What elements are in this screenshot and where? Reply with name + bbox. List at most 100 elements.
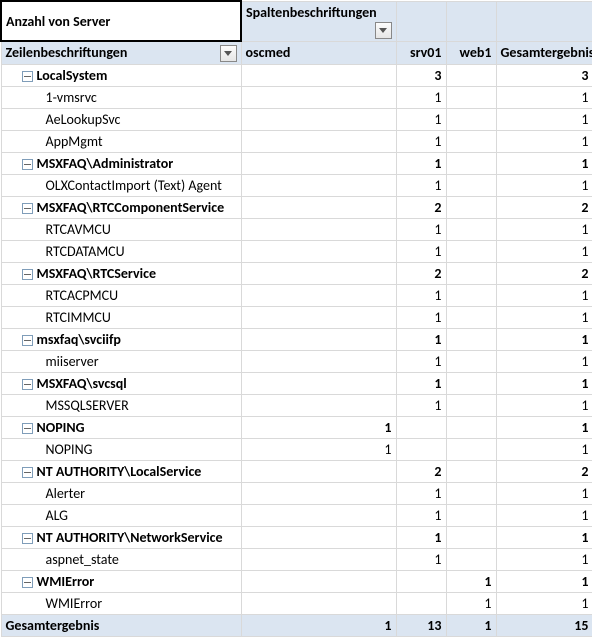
row-label[interactable]: msxfaq\svciifp (1, 329, 241, 351)
pivot-cell[interactable] (446, 307, 496, 329)
pivot-cell[interactable] (241, 351, 396, 373)
pivot-row[interactable]: AeLookupSvc11 (1, 109, 592, 131)
pivot-cell[interactable] (446, 87, 496, 109)
pivot-cell[interactable]: 1 (496, 417, 592, 439)
row-label[interactable]: MSXFAQ\RTCComponentService (1, 197, 241, 219)
pivot-cell[interactable]: 1 (396, 395, 446, 417)
pivot-row[interactable]: msxfaq\svciifp 1 1 (1, 329, 592, 351)
pivot-cell[interactable]: 1 (496, 87, 592, 109)
row-label[interactable]: RTCACPMCU (1, 285, 241, 307)
pivot-cell[interactable] (446, 109, 496, 131)
row-label[interactable]: Alerter (1, 483, 241, 505)
pivot-cell[interactable]: 1 (396, 241, 446, 263)
pivot-cell[interactable]: 1 (396, 505, 446, 527)
pivot-cell[interactable] (241, 483, 396, 505)
pivot-cell[interactable] (241, 373, 396, 395)
col-header-oscmed[interactable]: oscmed (241, 41, 396, 65)
pivot-cell[interactable]: 2 (496, 461, 592, 483)
pivot-row[interactable]: miiserver11 (1, 351, 592, 373)
pivot-row[interactable]: AppMgmt11 (1, 131, 592, 153)
pivot-row[interactable]: LocalSystem33 (1, 65, 592, 87)
pivot-cell[interactable] (446, 505, 496, 527)
pivot-row[interactable]: RTCDATAMCU11 (1, 241, 592, 263)
pivot-cell[interactable] (446, 373, 496, 395)
pivot-cell[interactable] (446, 395, 496, 417)
pivot-row[interactable]: OLXContactImport (Text) Agent11 (1, 175, 592, 197)
pivot-cell[interactable] (241, 175, 396, 197)
pivot-cell[interactable] (396, 571, 446, 593)
pivot-cell[interactable] (241, 307, 396, 329)
pivot-cell[interactable]: 1 (396, 527, 446, 549)
row-label[interactable]: MSXFAQ\Administrator (1, 153, 241, 175)
pivot-cell[interactable]: 1 (496, 109, 592, 131)
pivot-cell[interactable] (446, 351, 496, 373)
row-labels-cell[interactable]: Zeilenbeschriftungen (1, 41, 241, 65)
pivot-cell[interactable]: 1 (396, 329, 446, 351)
pivot-cell[interactable] (396, 439, 446, 461)
pivot-cell[interactable]: 1 (496, 527, 592, 549)
pivot-row[interactable]: MSXFAQ\Administrator 1 1 (1, 153, 592, 175)
pivot-row[interactable]: NT AUTHORITY\LocalService22 (1, 461, 592, 483)
pivot-cell[interactable] (241, 241, 396, 263)
row-label[interactable]: MSXFAQ\svcsql (1, 373, 241, 395)
row-label[interactable]: MSSQLSERVER (1, 395, 241, 417)
pivot-cell[interactable] (446, 131, 496, 153)
pivot-cell[interactable]: 1 (496, 549, 592, 571)
value-field-cell[interactable]: Anzahl von Server (1, 1, 241, 41)
row-label[interactable]: RTCDATAMCU (1, 241, 241, 263)
pivot-cell[interactable]: 2 (496, 197, 592, 219)
pivot-row[interactable]: MSXFAQ\RTCComponentService22 (1, 197, 592, 219)
col-header-web1[interactable]: web1 (446, 41, 496, 65)
row-label[interactable]: NT AUTHORITY\NetworkService (1, 527, 241, 549)
row-label[interactable]: miiserver (1, 351, 241, 373)
pivot-cell[interactable]: 1 (496, 307, 592, 329)
column-labels-dropdown-icon[interactable] (375, 22, 392, 39)
grand-total-row[interactable]: Gesamtergebnis113115 (1, 615, 592, 637)
pivot-cell[interactable]: 1 (496, 329, 592, 351)
collapse-icon[interactable] (22, 379, 33, 390)
pivot-cell[interactable] (241, 263, 396, 285)
row-label[interactable]: LocalSystem (1, 65, 241, 87)
row-label[interactable]: ALG (1, 505, 241, 527)
pivot-cell[interactable]: 2 (396, 263, 446, 285)
pivot-row[interactable]: NOPING11 (1, 417, 592, 439)
pivot-cell[interactable]: 1 (396, 373, 446, 395)
collapse-icon[interactable] (22, 269, 33, 280)
col-header-srv01[interactable]: srv01 (396, 41, 446, 65)
pivot-cell[interactable] (446, 65, 496, 87)
pivot-cell[interactable] (241, 219, 396, 241)
pivot-cell[interactable]: 1 (496, 175, 592, 197)
pivot-cell[interactable] (446, 175, 496, 197)
pivot-row[interactable]: WMIError11 (1, 571, 592, 593)
pivot-cell[interactable]: 1 (496, 153, 592, 175)
pivot-cell[interactable] (446, 461, 496, 483)
row-label[interactable]: WMIError (1, 593, 241, 615)
pivot-row[interactable]: NT AUTHORITY\NetworkService 1 1 (1, 527, 592, 549)
collapse-icon[interactable] (22, 159, 33, 170)
row-label[interactable]: NOPING (1, 417, 241, 439)
pivot-cell[interactable]: 1 (396, 153, 446, 175)
pivot-row[interactable]: RTCACPMCU11 (1, 285, 592, 307)
pivot-cell[interactable] (446, 153, 496, 175)
row-label[interactable]: AppMgmt (1, 131, 241, 153)
pivot-row[interactable]: MSXFAQ\svcsql11 (1, 373, 592, 395)
pivot-cell[interactable] (446, 439, 496, 461)
pivot-row[interactable]: Alerter 1 1 (1, 483, 592, 505)
row-label[interactable]: WMIError (1, 571, 241, 593)
collapse-icon[interactable] (22, 467, 33, 478)
pivot-cell[interactable]: 1 (396, 483, 446, 505)
row-label[interactable]: NT AUTHORITY\LocalService (1, 461, 241, 483)
pivot-row[interactable]: ALG11 (1, 505, 592, 527)
pivot-cell[interactable] (396, 593, 446, 615)
pivot-cell[interactable] (446, 527, 496, 549)
collapse-icon[interactable] (22, 335, 33, 346)
pivot-cell[interactable] (446, 219, 496, 241)
pivot-cell[interactable] (241, 109, 396, 131)
pivot-cell[interactable]: 1 (396, 307, 446, 329)
pivot-cell[interactable] (241, 549, 396, 571)
pivot-cell[interactable] (446, 549, 496, 571)
pivot-row[interactable]: 1-vmsrvc11 (1, 87, 592, 109)
pivot-cell[interactable]: 1 (496, 483, 592, 505)
pivot-row[interactable]: MSSQLSERVER11 (1, 395, 592, 417)
pivot-cell[interactable] (446, 197, 496, 219)
